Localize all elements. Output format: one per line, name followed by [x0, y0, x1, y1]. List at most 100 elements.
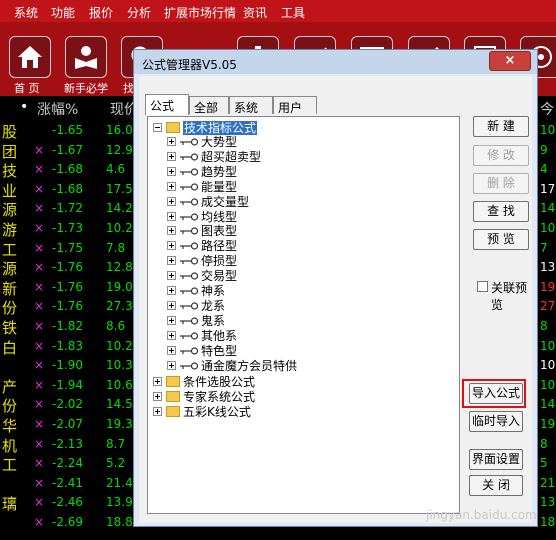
folder-icon: [166, 122, 180, 133]
cell-x: ×: [34, 475, 45, 490]
cell-right: 8: [540, 436, 548, 451]
menu-news[interactable]: 资讯: [243, 4, 267, 21]
cell-val: 8.7: [106, 436, 126, 451]
cell-right: 13: [540, 260, 556, 275]
cell-right: 5: [540, 456, 548, 471]
newbie-button[interactable]: [65, 36, 107, 78]
cell-pct: -2.46: [52, 495, 84, 510]
menu-tools[interactable]: 工具: [281, 4, 305, 21]
tree-node-child[interactable]: 通金魔方会员特供: [148, 359, 448, 373]
expand-icon[interactable]: [167, 271, 176, 281]
menu-function[interactable]: 功能: [51, 4, 75, 21]
tree-node-technical-indicators[interactable]: 技术指标公式: [148, 121, 448, 135]
import-highlight-box: [462, 379, 526, 408]
cell-x: ×: [34, 456, 45, 471]
tree-node-child[interactable]: 能量型: [148, 180, 448, 194]
close-dialog-button[interactable]: 关 闭: [469, 475, 523, 496]
menu-extended-market[interactable]: 扩展市场行情: [164, 4, 236, 21]
tab-all[interactable]: 全部: [189, 96, 229, 115]
delete-button[interactable]: 删 除: [473, 173, 529, 194]
tree-node-child[interactable]: 图表型: [148, 224, 448, 238]
tree-node-label: 路径型: [201, 239, 238, 254]
tree-node-child[interactable]: 均线型: [148, 210, 448, 224]
temp-import-button[interactable]: 临时导入: [469, 411, 523, 432]
cell-val: 7.8: [106, 240, 126, 255]
expand-icon[interactable]: [167, 211, 176, 221]
tree-node-child[interactable]: 超买超卖型: [148, 150, 448, 164]
menu-quote[interactable]: 报价: [89, 4, 113, 21]
tree-node-child[interactable]: 停损型: [148, 254, 448, 268]
expand-icon[interactable]: [167, 360, 176, 370]
cell-val: 12.9: [106, 142, 133, 157]
cell-val: 10.2: [106, 338, 133, 353]
tree-node-label: 停损型: [201, 254, 238, 269]
menu-analysis[interactable]: 分析: [127, 4, 151, 21]
ui-settings-button[interactable]: 界面设置: [469, 449, 523, 470]
find-formula-button[interactable]: 查 找: [473, 201, 529, 222]
tab-formula-group[interactable]: 公式组: [145, 94, 189, 130]
tree-node-child[interactable]: 成交量型: [148, 195, 448, 209]
expand-icon[interactable]: [167, 345, 176, 355]
preview-button[interactable]: 预 览: [473, 229, 529, 250]
header-change-pct[interactable]: 涨幅%: [37, 99, 78, 119]
menu-system[interactable]: 系统: [14, 4, 38, 21]
modify-button[interactable]: 修 改: [473, 145, 529, 166]
expand-icon[interactable]: [167, 315, 176, 325]
cell-x: ×: [34, 299, 45, 314]
tab-user[interactable]: 用户: [273, 96, 317, 115]
tree-node-label: 技术指标公式: [183, 121, 258, 135]
cell-right: 14: [540, 201, 556, 216]
cell-val: 8.6: [106, 319, 126, 333]
close-button[interactable]: ×: [489, 51, 531, 71]
expand-icon[interactable]: [167, 166, 176, 176]
tab-system[interactable]: 系统: [229, 96, 273, 115]
cell-pct: -1.68: [52, 181, 84, 196]
formula-tree[interactable]: 技术指标公式 大势型 超买超卖型 趋势型 能量型 成交量型 均线型 图表型 路径型 停损型 交易型神…: [147, 116, 460, 514]
cell-x: ×: [34, 279, 45, 294]
tree-node-group[interactable]: 专家系统公式: [148, 390, 448, 404]
expand-icon[interactable]: [167, 256, 176, 266]
tree-node-child[interactable]: 趋势型: [148, 165, 448, 179]
tree-node-child[interactable]: 特色型: [148, 344, 448, 358]
header-today[interactable]: 今: [540, 99, 554, 119]
expand-icon[interactable]: [167, 330, 176, 340]
tree-node-child[interactable]: 交易型: [148, 269, 448, 283]
expand-icon[interactable]: [153, 377, 162, 386]
cell-pct: -1.94: [52, 377, 84, 392]
home-button[interactable]: [9, 36, 51, 78]
tree-node-child[interactable]: 龙系: [148, 299, 448, 313]
key-icon: [180, 227, 198, 235]
expand-icon[interactable]: [167, 286, 176, 295]
tree-node-group[interactable]: 五彩K线公式: [148, 405, 448, 419]
dialog-titlebar[interactable]: 公式管理器V5.05 ×: [134, 50, 537, 74]
tree-node-label: 图表型: [201, 224, 238, 239]
expand-icon[interactable]: [167, 181, 176, 191]
cell-val: 5.2: [106, 456, 126, 471]
cell-x: ×: [34, 417, 45, 431]
formula-manager-dialog: 公式管理器V5.05 × 公式组 全部 系统 用户 技术指标公式大势型超买超卖型…: [133, 49, 538, 527]
collapse-icon[interactable]: [153, 123, 162, 132]
expand-icon[interactable]: [153, 391, 162, 401]
key-icon: [180, 272, 198, 280]
tree-node-label: 龙系: [201, 298, 226, 313]
expand-icon[interactable]: [153, 406, 162, 416]
new-button[interactable]: 新 建: [473, 116, 529, 137]
tree-node-group[interactable]: 条件选股公式: [148, 375, 448, 389]
expand-icon[interactable]: [167, 151, 176, 161]
tree-node-child[interactable]: 神系: [148, 284, 448, 298]
expand-icon[interactable]: [167, 241, 176, 251]
expand-icon[interactable]: [167, 300, 176, 310]
expand-icon[interactable]: [167, 196, 176, 206]
tree-node-child[interactable]: 大势型: [148, 135, 448, 149]
expand-icon[interactable]: [167, 226, 176, 236]
newbie-label: 新手必学: [64, 82, 108, 95]
cell-val: 14.2: [106, 201, 133, 216]
linked-preview-checkbox[interactable]: [477, 281, 488, 292]
tree-node-label: 鬼系: [201, 313, 226, 328]
tree-node-child[interactable]: 其他系: [148, 329, 448, 343]
cell-x: ×: [34, 377, 45, 392]
tree-node-child[interactable]: 路径型: [148, 239, 448, 253]
tree-node-child[interactable]: 鬼系: [148, 314, 448, 328]
cell-val: 12.8: [106, 260, 133, 275]
expand-icon[interactable]: [167, 137, 176, 146]
